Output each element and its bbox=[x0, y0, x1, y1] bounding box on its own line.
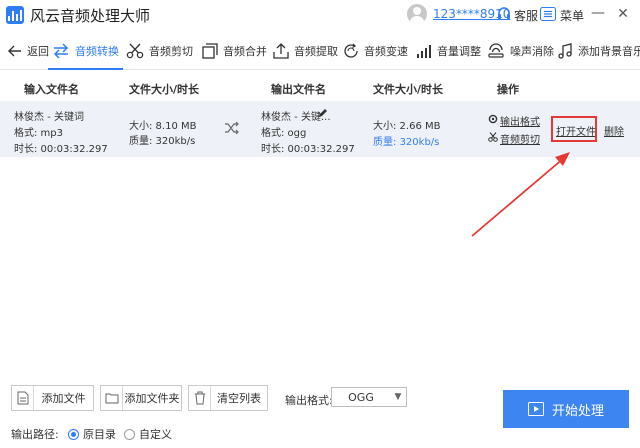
noise-icon bbox=[488, 43, 504, 58]
output-size: 大小: 2.66 MB bbox=[373, 121, 441, 132]
col-input-name: 输入文件名 bbox=[24, 83, 79, 96]
input-duration: 时长: 00:03:32.297 bbox=[14, 144, 108, 155]
output-quality: 质量: 320kb/s bbox=[373, 133, 439, 148]
input-quality: 质量: 320kb/s bbox=[129, 136, 196, 147]
clear-list-button[interactable]: 清空列表 bbox=[188, 385, 268, 411]
function-toolbar: 返回 音频转换 音频剪切 音频合并 音频提取 音频变速 音量调整 噪声消除 添加… bbox=[0, 32, 640, 70]
output-format-value: OGG bbox=[348, 390, 374, 404]
play-icon bbox=[527, 402, 544, 416]
tab-noise-removal[interactable]: 噪声消除 bbox=[487, 32, 554, 70]
trash-icon bbox=[189, 386, 211, 410]
tab-label: 噪声消除 bbox=[510, 45, 554, 58]
tab-audio-extract[interactable]: 音频提取 bbox=[273, 32, 338, 70]
folder-icon bbox=[101, 386, 123, 410]
file-icon bbox=[12, 386, 34, 410]
edit-pencil-icon[interactable] bbox=[318, 108, 328, 118]
table-row[interactable]: 林俊杰 - 关键词 格式: mp3 时长: 00:03:32.297 大小: 8… bbox=[0, 101, 640, 157]
tab-label: 音频转换 bbox=[75, 45, 119, 58]
extract-icon bbox=[273, 43, 289, 59]
audio-cut-link[interactable]: 音频剪切 bbox=[500, 131, 540, 146]
radio-dot bbox=[124, 428, 135, 440]
tab-label: 音频剪切 bbox=[149, 45, 193, 58]
app-logo-icon bbox=[6, 6, 24, 24]
cut-scissors-icon bbox=[488, 132, 498, 142]
volume-bars-icon bbox=[417, 45, 431, 58]
output-path-label: 输出路径: bbox=[11, 428, 59, 441]
add-folder-label: 添加文件夹 bbox=[124, 392, 180, 405]
speed-icon bbox=[344, 43, 358, 58]
output-format-select[interactable]: OGG ▼ bbox=[331, 387, 407, 407]
open-file-highlight-box bbox=[551, 116, 597, 142]
start-processing-button[interactable]: 开始处理 bbox=[503, 390, 629, 428]
col-input-size: 文件大小/时长 bbox=[129, 83, 200, 96]
tab-volume-adjust[interactable]: 音量调整 bbox=[416, 32, 481, 70]
avatar[interactable] bbox=[407, 4, 427, 24]
col-actions: 操作 bbox=[497, 83, 519, 96]
add-folder-button[interactable]: 添加文件夹 bbox=[100, 385, 182, 411]
scissors-icon bbox=[126, 43, 144, 59]
merge-icon bbox=[202, 43, 218, 59]
radio-original-dir[interactable]: 原目录 bbox=[68, 426, 116, 442]
back-button[interactable]: 返回 bbox=[8, 32, 49, 70]
back-label: 返回 bbox=[27, 45, 49, 58]
tab-label: 音频变速 bbox=[364, 45, 408, 58]
tab-audio-cut[interactable]: 音频剪切 bbox=[126, 32, 193, 70]
input-size: 大小: 8.10 MB bbox=[129, 121, 197, 132]
tab-add-bgm[interactable]: 添加背景音乐 bbox=[557, 32, 640, 70]
tab-label: 音量调整 bbox=[437, 45, 481, 58]
format-gear-icon bbox=[488, 114, 498, 124]
col-output-name: 输出文件名 bbox=[271, 83, 326, 96]
shuffle-arrow-icon bbox=[225, 121, 239, 135]
chevron-down-icon: ▼ bbox=[394, 392, 402, 402]
output-format: 格式: ogg bbox=[261, 128, 307, 139]
output-format-label: 输出格式: bbox=[285, 394, 333, 407]
tab-label: 音频提取 bbox=[294, 45, 338, 58]
tab-label: 音频合并 bbox=[223, 45, 267, 58]
input-file-name: 林俊杰 - 关键词 bbox=[14, 112, 84, 123]
radio-dot bbox=[68, 428, 79, 440]
app-window: 风云音频处理大师 123****8910 客服 菜单 — ✕ 返回 音频转换 音… bbox=[0, 0, 640, 448]
minimize-button[interactable]: — bbox=[590, 4, 606, 24]
back-arrow-icon bbox=[8, 45, 21, 57]
radio-label: 原目录 bbox=[83, 428, 116, 441]
convert-icon bbox=[53, 43, 69, 59]
tab-label: 添加背景音乐 bbox=[578, 45, 640, 58]
file-list-header: 输入文件名 文件大小/时长 输出文件名 文件大小/时长 操作 bbox=[0, 71, 640, 101]
tab-audio-speed[interactable]: 音频变速 bbox=[343, 32, 408, 70]
customer-service-button[interactable]: 客服 bbox=[514, 7, 538, 24]
output-quality-value: 320kb/s bbox=[399, 137, 440, 148]
tab-audio-convert[interactable]: 音频转换 bbox=[48, 32, 123, 70]
start-label: 开始处理 bbox=[551, 403, 604, 419]
input-format: 格式: mp3 bbox=[14, 128, 63, 139]
music-note-icon bbox=[558, 43, 572, 59]
output-quality-label: 质量: bbox=[373, 137, 397, 148]
delete-link[interactable]: 删除 bbox=[604, 123, 624, 138]
menu-button[interactable]: 菜单 bbox=[560, 7, 584, 24]
radio-custom-dir[interactable]: 自定义 bbox=[124, 426, 172, 442]
clear-list-label: 清空列表 bbox=[217, 392, 261, 405]
tab-audio-merge[interactable]: 音频合并 bbox=[202, 32, 267, 70]
output-duration: 时长: 00:03:32.297 bbox=[261, 144, 355, 155]
title-bar: 风云音频处理大师 123****8910 客服 菜单 — ✕ bbox=[0, 0, 640, 32]
close-button[interactable]: ✕ bbox=[614, 4, 632, 24]
radio-label: 自定义 bbox=[139, 428, 172, 441]
output-format-link[interactable]: 输出格式 bbox=[500, 113, 540, 128]
add-file-button[interactable]: 添加文件 bbox=[11, 385, 94, 411]
menu-icon[interactable] bbox=[540, 7, 556, 21]
app-title: 风云音频处理大师 bbox=[30, 7, 151, 25]
headset-icon[interactable] bbox=[497, 7, 511, 21]
col-output-size: 文件大小/时长 bbox=[373, 83, 444, 96]
add-file-label: 添加文件 bbox=[41, 392, 86, 405]
